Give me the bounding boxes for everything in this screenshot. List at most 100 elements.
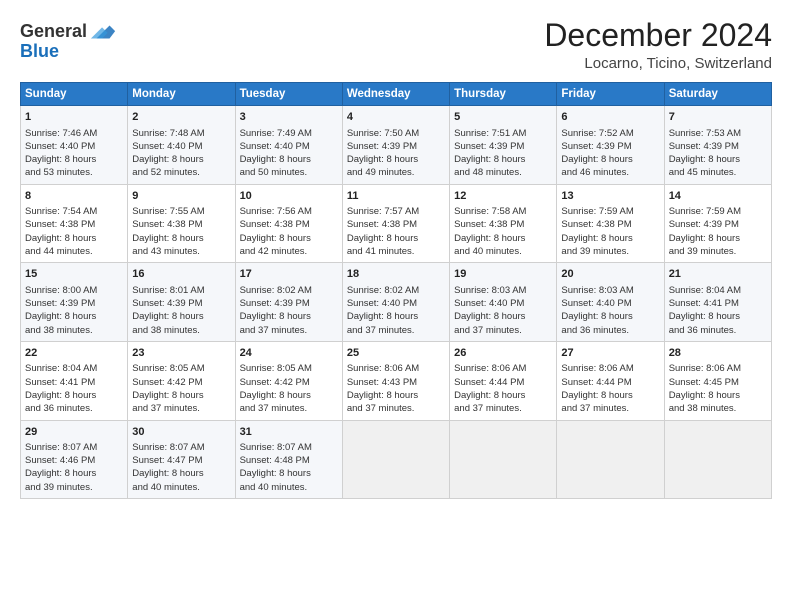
day-info-line: and 38 minutes. bbox=[669, 402, 767, 415]
day-info-line: and 37 minutes. bbox=[454, 402, 552, 415]
day-info-line: Sunrise: 7:52 AM bbox=[561, 127, 659, 140]
calendar-table: SundayMondayTuesdayWednesdayThursdayFrid… bbox=[20, 82, 772, 499]
day-info-line: Daylight: 8 hours bbox=[240, 467, 338, 480]
day-number: 10 bbox=[240, 189, 338, 204]
day-info-line: Sunset: 4:40 PM bbox=[132, 140, 230, 153]
day-cell: 23Sunrise: 8:05 AMSunset: 4:42 PMDayligh… bbox=[128, 341, 235, 420]
day-cell: 11Sunrise: 7:57 AMSunset: 4:38 PMDayligh… bbox=[342, 184, 449, 263]
day-number: 31 bbox=[240, 425, 338, 440]
day-info-line: Sunrise: 7:58 AM bbox=[454, 205, 552, 218]
day-info-line: Sunrise: 8:04 AM bbox=[25, 362, 123, 375]
day-cell: 22Sunrise: 8:04 AMSunset: 4:41 PMDayligh… bbox=[21, 341, 128, 420]
day-info-line: Daylight: 8 hours bbox=[25, 310, 123, 323]
day-info-line: and 53 minutes. bbox=[25, 166, 123, 179]
day-info-line: Sunrise: 8:06 AM bbox=[454, 362, 552, 375]
day-info-line: Sunrise: 7:50 AM bbox=[347, 127, 445, 140]
day-info-line: Daylight: 8 hours bbox=[132, 467, 230, 480]
day-info-line: Daylight: 8 hours bbox=[132, 389, 230, 402]
day-info-line: Sunset: 4:40 PM bbox=[454, 297, 552, 310]
day-info-line: Sunset: 4:44 PM bbox=[561, 376, 659, 389]
day-number: 11 bbox=[347, 189, 445, 204]
day-info-line: Sunrise: 7:51 AM bbox=[454, 127, 552, 140]
day-info-line: Daylight: 8 hours bbox=[347, 389, 445, 402]
day-cell: 9Sunrise: 7:55 AMSunset: 4:38 PMDaylight… bbox=[128, 184, 235, 263]
col-header-wednesday: Wednesday bbox=[342, 83, 449, 106]
day-info-line: Sunrise: 8:06 AM bbox=[347, 362, 445, 375]
day-number: 20 bbox=[561, 267, 659, 282]
day-number: 8 bbox=[25, 189, 123, 204]
day-info-line: and 52 minutes. bbox=[132, 166, 230, 179]
day-number: 25 bbox=[347, 346, 445, 361]
day-info-line: Daylight: 8 hours bbox=[454, 310, 552, 323]
day-info-line: and 42 minutes. bbox=[240, 245, 338, 258]
day-info-line: Daylight: 8 hours bbox=[669, 232, 767, 245]
day-info-line: Sunrise: 8:03 AM bbox=[454, 284, 552, 297]
day-cell: 20Sunrise: 8:03 AMSunset: 4:40 PMDayligh… bbox=[557, 263, 664, 342]
day-info-line: Sunrise: 7:59 AM bbox=[669, 205, 767, 218]
day-number: 27 bbox=[561, 346, 659, 361]
day-info-line: Sunset: 4:39 PM bbox=[240, 297, 338, 310]
day-cell: 29Sunrise: 8:07 AMSunset: 4:46 PMDayligh… bbox=[21, 420, 128, 499]
day-cell: 10Sunrise: 7:56 AMSunset: 4:38 PMDayligh… bbox=[235, 184, 342, 263]
day-number: 1 bbox=[25, 110, 123, 125]
day-info-line: Daylight: 8 hours bbox=[132, 310, 230, 323]
day-info-line: Daylight: 8 hours bbox=[132, 232, 230, 245]
day-info-line: and 39 minutes. bbox=[25, 481, 123, 494]
day-info-line: Daylight: 8 hours bbox=[669, 310, 767, 323]
day-info-line: and 37 minutes. bbox=[454, 324, 552, 337]
day-info-line: Sunset: 4:45 PM bbox=[669, 376, 767, 389]
day-cell bbox=[557, 420, 664, 499]
day-cell: 1Sunrise: 7:46 AMSunset: 4:40 PMDaylight… bbox=[21, 106, 128, 185]
logo-icon bbox=[89, 18, 117, 46]
day-info-line: Sunrise: 7:59 AM bbox=[561, 205, 659, 218]
day-info-line: Sunrise: 8:04 AM bbox=[669, 284, 767, 297]
week-row-2: 8Sunrise: 7:54 AMSunset: 4:38 PMDaylight… bbox=[21, 184, 772, 263]
day-info-line: Sunrise: 8:07 AM bbox=[132, 441, 230, 454]
day-info-line: Daylight: 8 hours bbox=[347, 153, 445, 166]
week-row-4: 22Sunrise: 8:04 AMSunset: 4:41 PMDayligh… bbox=[21, 341, 772, 420]
day-info-line: Sunset: 4:39 PM bbox=[669, 218, 767, 231]
col-header-friday: Friday bbox=[557, 83, 664, 106]
day-info-line: Sunrise: 7:57 AM bbox=[347, 205, 445, 218]
col-header-monday: Monday bbox=[128, 83, 235, 106]
day-info-line: Sunrise: 7:46 AM bbox=[25, 127, 123, 140]
day-info-line: Sunrise: 7:48 AM bbox=[132, 127, 230, 140]
day-info-line: Sunset: 4:38 PM bbox=[454, 218, 552, 231]
day-info-line: Sunset: 4:42 PM bbox=[132, 376, 230, 389]
day-info-line: Sunrise: 8:02 AM bbox=[240, 284, 338, 297]
day-info-line: Sunrise: 7:54 AM bbox=[25, 205, 123, 218]
day-number: 5 bbox=[454, 110, 552, 125]
day-number: 23 bbox=[132, 346, 230, 361]
day-info-line: Daylight: 8 hours bbox=[561, 153, 659, 166]
day-info-line: Daylight: 8 hours bbox=[561, 310, 659, 323]
day-info-line: Sunset: 4:40 PM bbox=[25, 140, 123, 153]
day-info-line: Sunrise: 7:53 AM bbox=[669, 127, 767, 140]
day-info-line: and 36 minutes. bbox=[25, 402, 123, 415]
day-cell: 2Sunrise: 7:48 AMSunset: 4:40 PMDaylight… bbox=[128, 106, 235, 185]
day-info-line: and 40 minutes. bbox=[454, 245, 552, 258]
day-cell: 19Sunrise: 8:03 AMSunset: 4:40 PMDayligh… bbox=[450, 263, 557, 342]
day-number: 21 bbox=[669, 267, 767, 282]
day-info-line: and 39 minutes. bbox=[669, 245, 767, 258]
day-cell: 21Sunrise: 8:04 AMSunset: 4:41 PMDayligh… bbox=[664, 263, 771, 342]
day-info-line: Sunrise: 7:49 AM bbox=[240, 127, 338, 140]
day-cell: 8Sunrise: 7:54 AMSunset: 4:38 PMDaylight… bbox=[21, 184, 128, 263]
day-info-line: Sunset: 4:39 PM bbox=[454, 140, 552, 153]
day-info-line: Sunset: 4:40 PM bbox=[347, 297, 445, 310]
title-block: December 2024 Locarno, Ticino, Switzerla… bbox=[544, 18, 772, 72]
day-cell bbox=[664, 420, 771, 499]
day-info-line: Sunset: 4:38 PM bbox=[347, 218, 445, 231]
day-info-line: and 37 minutes. bbox=[561, 402, 659, 415]
day-info-line: Daylight: 8 hours bbox=[561, 232, 659, 245]
day-info-line: Daylight: 8 hours bbox=[240, 232, 338, 245]
day-info-line: Sunset: 4:38 PM bbox=[240, 218, 338, 231]
day-info-line: Daylight: 8 hours bbox=[240, 310, 338, 323]
day-info-line: and 37 minutes. bbox=[132, 402, 230, 415]
day-cell bbox=[450, 420, 557, 499]
page: General Blue December 2024 Locarno, Tici… bbox=[0, 0, 792, 612]
day-info-line: Sunset: 4:48 PM bbox=[240, 454, 338, 467]
day-cell bbox=[342, 420, 449, 499]
col-header-thursday: Thursday bbox=[450, 83, 557, 106]
day-info-line: Sunset: 4:46 PM bbox=[25, 454, 123, 467]
day-info-line: Sunrise: 7:55 AM bbox=[132, 205, 230, 218]
